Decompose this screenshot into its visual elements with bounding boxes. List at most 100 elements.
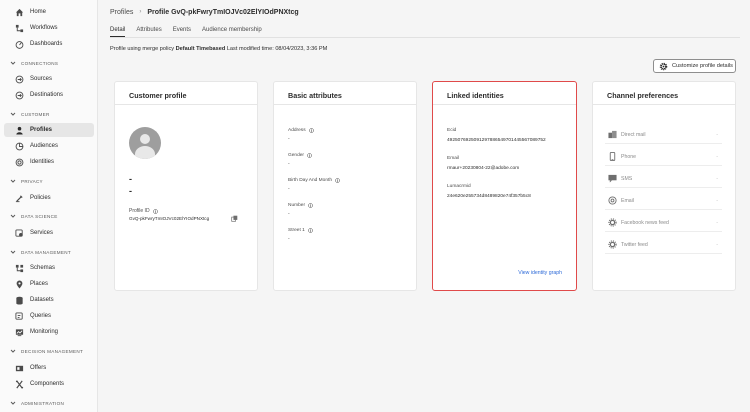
section-privacy[interactable]: PRIVACY [10, 176, 43, 186]
attr-address-value: - [288, 136, 290, 142]
components-icon [14, 379, 24, 389]
info-icon[interactable] [308, 203, 313, 208]
sidebar-item-schemas[interactable]: Schemas [4, 261, 94, 275]
sources-icon [14, 74, 24, 84]
profile-id-label: Profile ID [129, 208, 158, 214]
sidebar-item-audiences[interactable]: Audiences [4, 139, 94, 153]
direct-mail-icon [607, 130, 617, 140]
identity-lumacrmid-label: Lumacrmid [447, 184, 471, 189]
sms-icon [607, 174, 617, 184]
schemas-icon [14, 263, 24, 273]
policies-icon [14, 193, 24, 203]
view-identity-graph-link[interactable]: View identity graph [518, 270, 562, 276]
sidebar-item-policies[interactable]: Policies [4, 191, 94, 205]
attr-gender-label: Gender [288, 153, 312, 158]
attr-birthday-value: - [288, 186, 290, 192]
info-icon[interactable] [307, 228, 313, 233]
sidebar-item-dashboards[interactable]: Dashboards [4, 37, 94, 51]
channel-direct-mail: Direct mail - [605, 126, 722, 144]
sidebar-item-places[interactable]: Places [4, 277, 94, 291]
tab-bar: Detail Attributes Events Audience member… [110, 24, 273, 37]
sidebar-item-services[interactable]: Services [4, 226, 94, 240]
chevron-right-icon: › [139, 9, 142, 15]
channel-facebook: Facebook news feed - [605, 214, 722, 232]
sidebar-item-sources[interactable]: Sources [4, 72, 94, 86]
tab-attributes[interactable]: Attributes [136, 24, 161, 36]
chevron-down-icon [10, 112, 16, 116]
facebook-icon [607, 218, 617, 228]
section-decision-management[interactable]: DECISION MANAGEMENT [10, 346, 83, 356]
attr-birthday-label: Birth Day And Month [288, 178, 340, 183]
sidebar-item-datasets[interactable]: Datasets [4, 293, 94, 307]
channel-preferences-card: Channel preferences Direct mail - Phone … [592, 81, 736, 291]
twitter-icon [607, 240, 617, 250]
tab-audience-membership[interactable]: Audience membership [202, 24, 262, 36]
dashboards-icon [14, 39, 24, 49]
sidebar-item-label: Offers [30, 365, 47, 371]
phone-icon [607, 152, 617, 162]
sidebar-item-label: Monitoring [30, 329, 59, 335]
profile-id-value: GvQ-pkFwryTmIOJVc02ElYIOdPNXtcg [129, 216, 210, 221]
places-icon [14, 279, 24, 289]
workflows-icon [14, 23, 24, 33]
sidebar-item-components[interactable]: Components [4, 377, 94, 391]
sidebar-item-label: Home [30, 9, 47, 15]
sidebar-item-label: Workflows [30, 25, 58, 31]
sidebar-item-profiles[interactable]: Profiles [4, 123, 94, 137]
sidebar-item-workflows[interactable]: Workflows [4, 21, 94, 35]
profile-name-line2: - [129, 186, 132, 196]
section-data-science[interactable]: DATA SCIENCE [10, 211, 58, 221]
sidebar-item-home[interactable]: Home [4, 5, 94, 19]
services-icon [14, 228, 24, 238]
sidebar-item-queries[interactable]: Queries [4, 309, 94, 323]
monitoring-icon [14, 327, 24, 337]
sidebar-item-label: Services [30, 230, 54, 236]
identity-email-value: rmaur+20230804-22@adobe.com [447, 166, 520, 171]
info-icon[interactable] [307, 153, 312, 158]
gear-icon [658, 61, 668, 71]
section-customer[interactable]: CUSTOMER [10, 109, 50, 119]
merge-policy-info: Profile using merge policy Default Timeb… [110, 46, 328, 52]
attr-street-label: Street 1 [288, 228, 313, 233]
section-data-management[interactable]: DATA MANAGEMENT [10, 247, 71, 257]
identity-ecid-value: 49250769250912978865497014455670897​52 [447, 138, 546, 143]
chevron-down-icon [10, 214, 16, 218]
tab-events[interactable]: Events [173, 24, 191, 36]
channel-email: Email - [605, 192, 722, 210]
customer-profile-card: Customer profile - - Profile ID GvQ-pkFw… [114, 81, 258, 291]
section-connections[interactable]: CONNECTIONS [10, 58, 58, 68]
sidebar-item-identities[interactable]: Identities [4, 155, 94, 169]
attr-address-label: Address [288, 128, 314, 133]
profiles-icon [14, 125, 24, 135]
channel-twitter: Twitter feed - [605, 236, 722, 254]
identity-ecid-label: Ecid [447, 128, 457, 133]
breadcrumb-profiles-link[interactable]: Profiles [110, 9, 133, 16]
customize-profile-button[interactable]: Customize profile details [653, 59, 736, 73]
chevron-down-icon [10, 349, 16, 353]
avatar [129, 127, 161, 159]
offers-icon [14, 363, 24, 373]
sidebar-item-label: Dashboards [30, 41, 63, 47]
sidebar-item-offers[interactable]: Offers [4, 361, 94, 375]
sidebar-item-destinations[interactable]: Destinations [4, 88, 94, 102]
info-icon[interactable] [308, 128, 314, 133]
sidebar-item-monitoring[interactable]: Monitoring [4, 325, 94, 339]
datasets-icon [14, 295, 24, 305]
sidebar-item-label: Datasets [30, 297, 54, 303]
copy-icon[interactable] [231, 215, 238, 222]
merge-policy-name: Default Timebased [175, 46, 226, 52]
tab-detail[interactable]: Detail [110, 24, 126, 37]
info-icon[interactable] [335, 178, 340, 183]
attr-street-value: - [288, 236, 290, 242]
sidebar-item-label: Policies [30, 195, 51, 201]
card-title: Basic attributes [288, 91, 342, 100]
section-administration[interactable]: ADMINISTRATION [10, 398, 64, 408]
home-icon [14, 7, 24, 17]
sidebar-item-label: Profiles [30, 127, 53, 133]
info-icon[interactable] [152, 208, 158, 214]
page-title: Profile GvQ-pkFwryTmIOJVc02ElYIOdPNXtcg [147, 8, 299, 16]
attr-gender-value: - [288, 161, 290, 167]
attr-number-label: Number [288, 203, 313, 208]
sidebar-item-label: Places [30, 281, 49, 287]
sidebar-item-label: Components [30, 381, 65, 387]
